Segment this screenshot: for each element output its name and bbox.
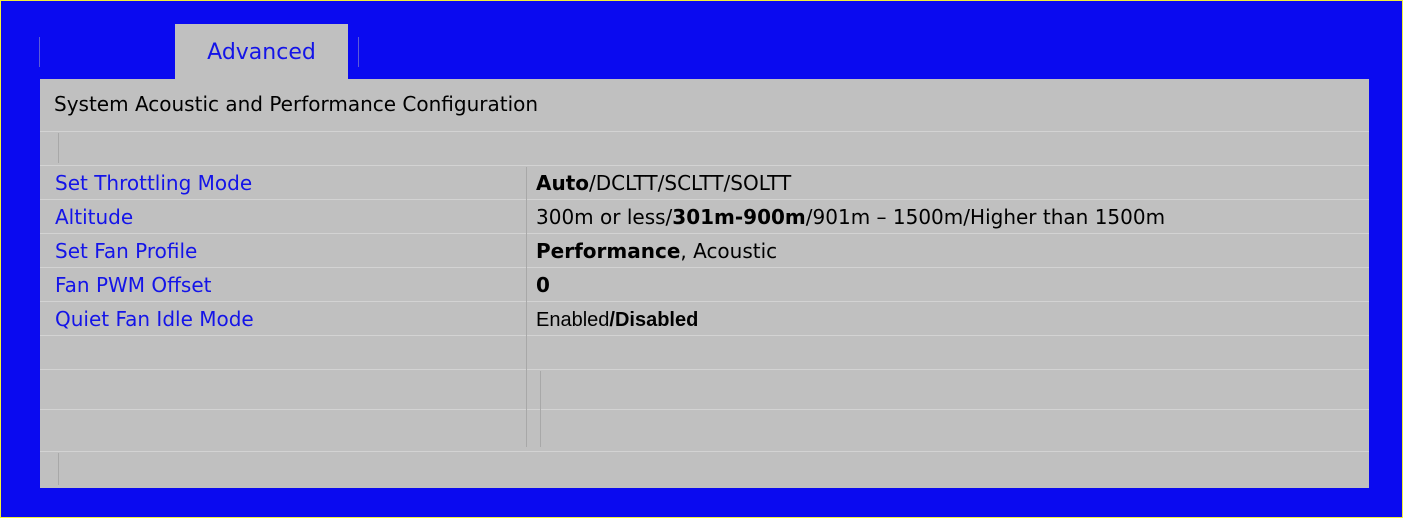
option: 901m – 1500m: [812, 205, 964, 229]
setting-options: 300m or less/301m-900m/901m – 1500m/High…: [536, 205, 1165, 229]
setting-label[interactable]: Quiet Fan Idle Mode: [55, 307, 254, 331]
settings-panel: System Acoustic and Performance Configur…: [40, 79, 1369, 488]
row-divider: [40, 165, 1369, 166]
row-divider: [40, 369, 1369, 370]
setting-label[interactable]: Altitude: [55, 205, 133, 229]
setting-options: Performance, Acoustic: [536, 239, 777, 263]
setting-row-fan-profile[interactable]: Set Fan Profile Performance, Acoustic: [40, 235, 1369, 269]
row-divider: [40, 409, 1369, 410]
setting-row-quiet-fan-idle-mode[interactable]: Quiet Fan Idle Mode Enabled/Disabled: [40, 303, 1369, 337]
row-divider: [40, 451, 1369, 452]
setting-options: Enabled/Disabled: [536, 307, 698, 332]
column-divider: [58, 133, 59, 163]
option-separator: /: [589, 171, 596, 195]
setting-options: Auto/DCLTT/SCLTT/SOLTT: [536, 171, 791, 195]
option-separator: /: [805, 205, 813, 229]
section-title: System Acoustic and Performance Configur…: [54, 92, 539, 116]
setting-label[interactable]: Set Throttling Mode: [55, 171, 252, 195]
tab-advanced[interactable]: Advanced: [175, 24, 348, 79]
option: DCLTT: [595, 171, 658, 195]
setting-row-throttling-mode[interactable]: Set Throttling Mode Auto/DCLTT/SCLTT/SOL…: [40, 167, 1369, 201]
row-divider: [40, 131, 1369, 132]
option: SOLTT: [730, 171, 792, 195]
setting-row-fan-pwm-offset[interactable]: Fan PWM Offset 0: [40, 269, 1369, 303]
tab-bar: Advanced: [1, 1, 1402, 79]
option: SCLTT: [664, 171, 724, 195]
option: 300m or less: [536, 205, 666, 229]
option-selected: Performance: [536, 239, 681, 263]
setting-label[interactable]: Fan PWM Offset: [55, 273, 212, 297]
option: Acoustic: [693, 239, 778, 263]
option-selected: Disabled: [614, 309, 699, 331]
column-divider: [58, 453, 59, 485]
tab-divider: [39, 37, 40, 67]
option-selected: Auto: [536, 171, 590, 195]
option-selected: 301m-900m: [672, 205, 806, 229]
setting-label[interactable]: Set Fan Profile: [55, 239, 197, 263]
option: Higher than 1500m: [970, 205, 1166, 229]
bios-setup-frame: Advanced System Acoustic and Performance…: [0, 0, 1403, 518]
setting-row-altitude[interactable]: Altitude 300m or less/301m-900m/901m – 1…: [40, 201, 1369, 235]
option-selected: 0: [536, 273, 550, 297]
option-separator: ,: [680, 239, 694, 263]
column-divider: [540, 371, 541, 447]
setting-options: 0: [536, 273, 550, 297]
option: Enabled: [536, 309, 610, 331]
tab-divider: [358, 37, 359, 67]
